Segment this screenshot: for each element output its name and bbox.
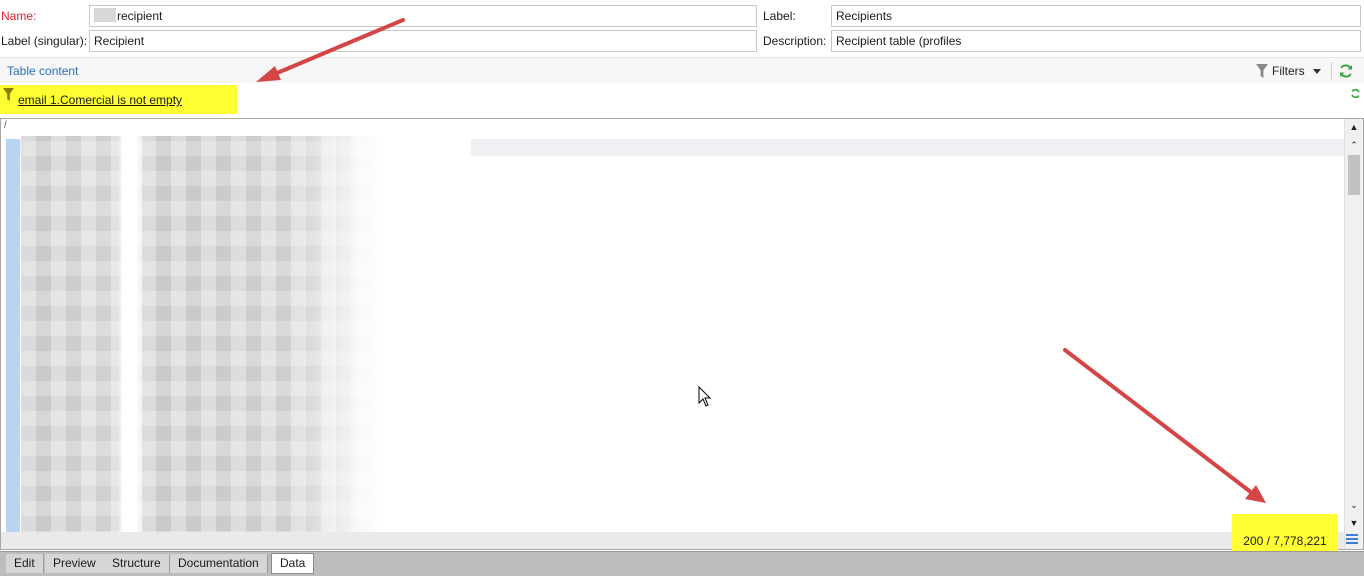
divider — [1331, 62, 1332, 80]
label-field[interactable]: Recipients — [831, 5, 1361, 27]
mouse-cursor-icon — [698, 386, 712, 407]
description-label: Description: — [763, 34, 827, 48]
tab-preview[interactable]: Preview — [45, 554, 105, 573]
scroll-up-button[interactable]: ⌃ — [1345, 137, 1363, 153]
funnel-icon — [3, 88, 14, 101]
tab-data[interactable]: Data — [271, 553, 315, 574]
filter-condition-link[interactable]: email 1.Comercial is not empty — [18, 93, 182, 107]
scroll-thumb[interactable] — [1348, 155, 1360, 195]
filters-button[interactable]: Filters — [1256, 62, 1321, 80]
record-count: 200 / 7,778,221 — [1232, 514, 1338, 554]
section-bar: Table content Filters — [0, 57, 1364, 83]
scroll-bottom-button[interactable]: ▼ — [1345, 515, 1363, 531]
name-field-value: recipient — [117, 9, 163, 23]
label-singular-label: Label (singular): — [1, 34, 88, 48]
section-title[interactable]: Table content — [7, 64, 78, 78]
active-filter: email 1.Comercial is not empty — [0, 85, 237, 114]
grid-header-mark: / — [4, 120, 7, 131]
label-singular-field[interactable]: Recipient — [89, 30, 757, 52]
redacted-prefix — [94, 8, 116, 22]
list-menu-icon[interactable] — [1346, 534, 1358, 545]
row-selector-strip[interactable] — [6, 139, 20, 544]
refresh-icon[interactable] — [1338, 63, 1354, 79]
name-label: Name: — [1, 9, 37, 23]
label-label: Label: — [763, 9, 796, 23]
redacted-right-fade — [301, 136, 471, 546]
funnel-icon — [1256, 64, 1268, 78]
chevron-down-icon — [1312, 68, 1321, 74]
small-refresh-icon[interactable] — [1350, 88, 1361, 99]
scroll-top-button[interactable]: ▲ — [1345, 119, 1363, 135]
filters-label: Filters — [1272, 64, 1305, 78]
redacted-column-gap — [125, 136, 142, 546]
name-field[interactable]: recipient — [89, 5, 757, 27]
description-field[interactable]: Recipient table (profiles — [831, 30, 1361, 52]
grid-footer — [1, 532, 1344, 549]
tab-structure[interactable]: Structure — [104, 554, 170, 573]
vertical-scrollbar[interactable]: ▲ ⌃ ⌄ ▼ — [1344, 119, 1363, 549]
tab-bar: Edit Preview Structure Documentation Dat… — [0, 551, 1364, 576]
scroll-down-button[interactable]: ⌄ — [1345, 497, 1363, 513]
data-grid[interactable]: / ▲ ⌃ ⌄ ▼ — [0, 118, 1364, 550]
tab-edit[interactable]: Edit — [6, 554, 44, 573]
tab-documentation[interactable]: Documentation — [170, 554, 268, 573]
grid-header-row: / — [1, 119, 1344, 136]
